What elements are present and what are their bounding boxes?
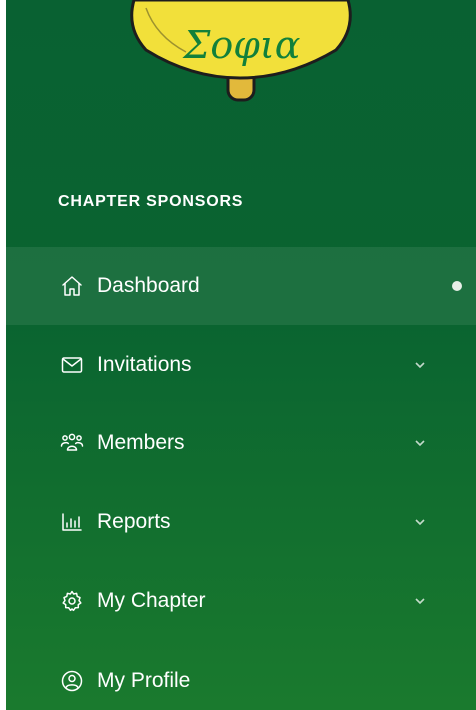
envelope-icon (58, 351, 86, 379)
logo-emblem: Σοφια (130, 0, 352, 102)
chevron-down-icon[interactable] (413, 594, 427, 608)
nav-label: My Chapter (97, 589, 206, 612)
logo-text: Σοφια (182, 23, 301, 67)
users-icon (58, 429, 86, 457)
nav-item-members[interactable]: Members (6, 404, 476, 482)
nav-item-my-profile[interactable]: My Profile (6, 642, 476, 710)
nav-item-reports[interactable]: Reports (6, 483, 476, 561)
logo[interactable]: Σοφια (6, 0, 476, 110)
active-indicator (452, 281, 462, 291)
gear-icon (58, 587, 86, 615)
nav-item-invitations[interactable]: Invitations (6, 326, 476, 404)
nav-label: Dashboard (97, 274, 200, 297)
nav-item-my-chapter[interactable]: My Chapter (6, 562, 476, 640)
chevron-down-icon[interactable] (413, 358, 427, 372)
chevron-down-icon[interactable] (413, 436, 427, 450)
chevron-down-icon[interactable] (413, 515, 427, 529)
home-icon (58, 272, 86, 300)
nav-label: My Profile (97, 669, 191, 692)
sidebar: Σοφια CHAPTER SPONSORS Dashboard Invitat… (6, 0, 476, 710)
section-title: CHAPTER SPONSORS (58, 193, 244, 210)
nav-item-dashboard[interactable]: Dashboard (6, 247, 476, 325)
user-circle-icon (58, 667, 86, 695)
nav-label: Invitations (97, 353, 192, 376)
nav-label: Reports (97, 510, 171, 533)
nav-label: Members (97, 431, 185, 454)
bar-chart-icon (58, 508, 86, 536)
